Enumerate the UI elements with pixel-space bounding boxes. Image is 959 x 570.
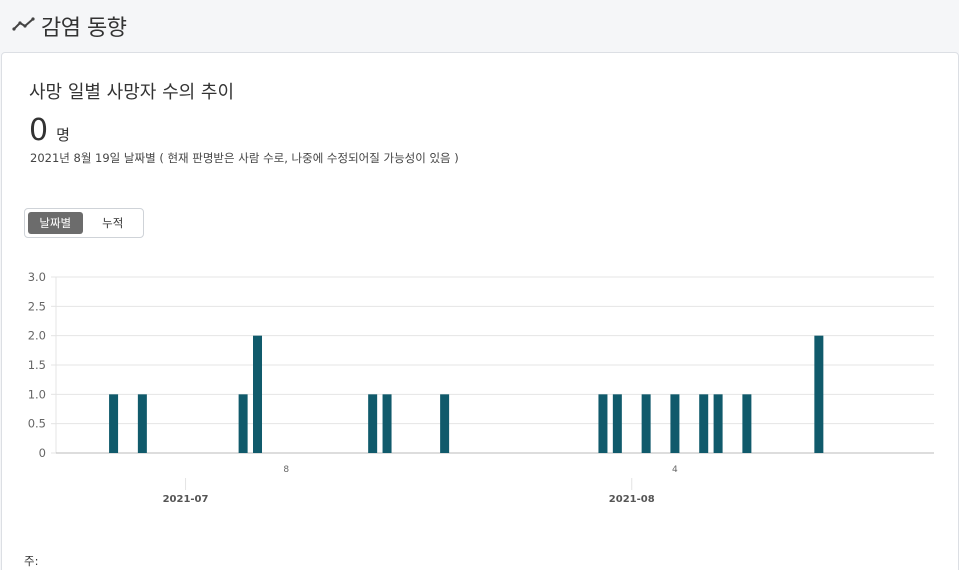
data-bar [742, 394, 752, 453]
data-bar [713, 394, 723, 453]
data-bar [612, 394, 622, 453]
data-bar [641, 394, 651, 453]
data-bar [238, 394, 248, 453]
data-bar [109, 394, 119, 453]
deaths-trend-card: 사망 일별 사망자 수의 추이 0 명 2021년 8월 19일 날짜별 ( 현… [1, 52, 959, 570]
section-header: 감염 동향 [0, 0, 959, 52]
data-bar [253, 335, 263, 453]
data-bar [670, 394, 680, 453]
trend-line-icon [12, 16, 41, 36]
section-title: 감염 동향 [41, 16, 127, 41]
daily-deaths-chart: 0 0.5 1.0 1.5 2.0 2.5 3.0 8 4 2021-07 2021-08 [28, 270, 934, 505]
y-tick-label: 3.0 [28, 270, 46, 284]
y-tick-label: 0 [39, 446, 46, 460]
y-tick-label: 2.5 [28, 299, 46, 313]
data-bar [440, 394, 450, 453]
y-tick-label: 1.0 [28, 387, 46, 401]
data-bar [137, 394, 147, 453]
y-tick-label: 1.5 [28, 358, 46, 372]
x-month-tick-label: 2021-08 [609, 494, 655, 505]
y-tick-label: 2.0 [28, 329, 46, 343]
data-bar [814, 335, 824, 453]
data-bar [382, 394, 392, 453]
y-tick-label: 0.5 [28, 417, 46, 431]
x-day-tick-label: 4 [672, 465, 678, 475]
x-day-tick-label: 8 [283, 465, 289, 475]
x-month-tick-label: 2021-07 [163, 494, 209, 505]
footnote: 주: [24, 554, 39, 568]
data-bar [368, 394, 378, 453]
data-bar [598, 394, 608, 453]
data-bar [699, 394, 709, 453]
